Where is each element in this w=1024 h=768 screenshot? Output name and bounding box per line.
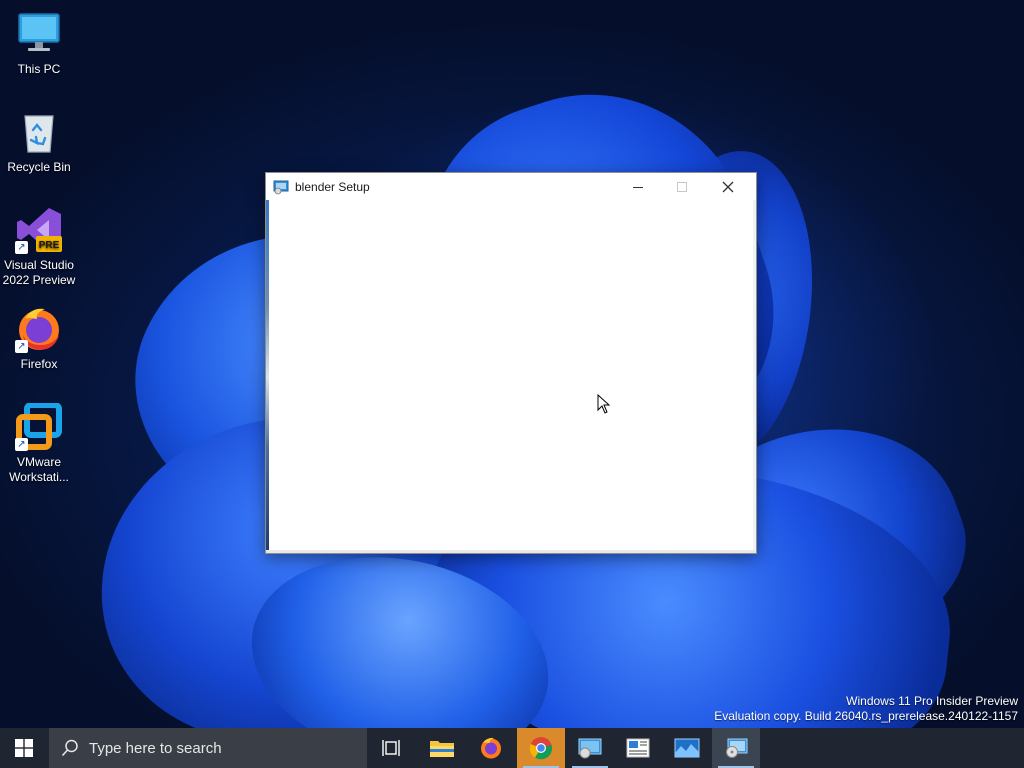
windows-logo-icon	[15, 739, 33, 757]
desktop-icon-firefox[interactable]: ↗ Firefox	[1, 305, 77, 372]
minimize-button[interactable]	[616, 173, 660, 200]
shortcut-arrow-icon: ↗	[15, 241, 28, 254]
desktop-icon-visual-studio[interactable]: PRE ↗ Visual Studio 2022 Preview	[1, 206, 77, 288]
maximize-button[interactable]	[660, 173, 704, 200]
installer-icon	[726, 738, 748, 758]
minimize-icon	[633, 186, 643, 188]
task-view-icon	[382, 740, 400, 756]
window-title: blender Setup	[295, 179, 370, 194]
news-icon	[626, 738, 650, 758]
taskbar-photo-app[interactable]	[663, 728, 711, 768]
desktop-icon-label: Visual Studio 2022 Preview	[2, 258, 76, 287]
firefox-icon	[481, 737, 501, 759]
desktop-icon-label: Firefox	[20, 357, 58, 371]
desktop-icon-recycle-bin[interactable]: Recycle Bin	[1, 108, 77, 175]
chrome-icon	[529, 737, 553, 760]
taskbar-installer[interactable]	[712, 728, 760, 768]
taskbar-news-app[interactable]	[614, 728, 662, 768]
desktop-icon-vmware[interactable]: ↗ VMware Workstati...	[1, 402, 77, 485]
svg-text:PRE: PRE	[39, 240, 60, 251]
disk-app-icon	[578, 738, 602, 759]
shortcut-arrow-icon: ↗	[15, 340, 28, 353]
taskbar-task-view[interactable]	[368, 728, 416, 768]
taskbar-search-box[interactable]: Type here to search	[49, 728, 367, 768]
taskbar-file-explorer[interactable]	[418, 728, 466, 768]
mouse-cursor-icon	[597, 394, 611, 414]
recycle-bin-icon	[15, 108, 63, 156]
close-icon	[722, 181, 734, 192]
search-placeholder: Type here to search	[89, 739, 222, 757]
desktop-icon-label: This PC	[17, 62, 61, 76]
watermark-line: Windows 11 Pro Insider Preview	[846, 694, 1018, 708]
desktop-icon-label: Recycle Bin	[7, 160, 71, 174]
window-content-area	[269, 200, 753, 550]
installer-icon	[273, 179, 289, 195]
taskbar-chrome[interactable]	[517, 728, 565, 768]
taskbar: Type here to search	[0, 728, 1024, 768]
setup-window[interactable]: blender Setup	[265, 172, 757, 554]
taskbar-disk-app[interactable]	[566, 728, 614, 768]
desktop-icon-label: VMware Workstati...	[9, 455, 69, 484]
photo-icon	[674, 738, 700, 758]
close-button[interactable]	[706, 173, 750, 200]
shortcut-arrow-icon: ↗	[15, 438, 28, 451]
start-button[interactable]	[0, 728, 48, 768]
maximize-icon	[677, 181, 687, 192]
watermark-line: Evaluation copy. Build 26040.rs_prerelea…	[714, 709, 1018, 723]
desktop: This PC Recycle Bin PRE ↗ Visual Studio …	[0, 0, 1024, 768]
evaluation-watermark: Windows 11 Pro Insider Preview Evaluatio…	[714, 694, 1018, 724]
desktop-icon-this-pc[interactable]: This PC	[1, 10, 77, 77]
window-border	[753, 200, 756, 553]
firefox-icon: ↗	[15, 305, 63, 353]
folder-icon	[430, 741, 454, 757]
window-border	[266, 550, 756, 553]
taskbar-firefox[interactable]	[467, 728, 515, 768]
monitor-icon	[15, 10, 63, 58]
visual-studio-icon: PRE ↗	[15, 206, 63, 254]
search-icon	[61, 739, 79, 757]
vmware-icon: ↗	[15, 402, 63, 451]
window-titlebar[interactable]: blender Setup	[266, 173, 756, 200]
